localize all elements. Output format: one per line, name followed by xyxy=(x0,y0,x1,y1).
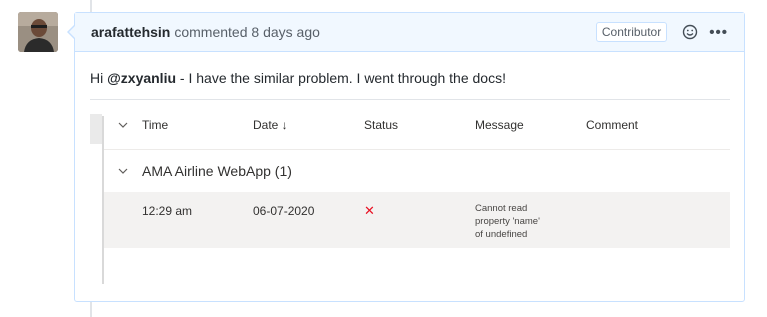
chevron-down-icon[interactable] xyxy=(104,168,142,174)
comment-text: Hi @zxyanliu - I have the similar proble… xyxy=(90,70,729,86)
cell-date: 06-07-2020 xyxy=(253,204,315,218)
table-grip xyxy=(90,114,102,144)
message-line: property 'name' xyxy=(475,216,540,227)
message-line: of undefined xyxy=(475,229,528,240)
comment-text-suffix: - I have the similar problem. I went thr… xyxy=(176,70,506,86)
column-header-date[interactable]: Date ↓ xyxy=(253,118,364,132)
group-row[interactable]: AMA Airline WebApp (1) xyxy=(104,150,730,192)
column-header-message[interactable]: Message xyxy=(475,118,586,132)
message-line: Cannot read xyxy=(475,203,528,214)
embedded-table: Time Date ↓ Status Message Comment AMA A… xyxy=(90,100,730,284)
cell-status: ✕ xyxy=(364,204,475,218)
comment-timestamp[interactable]: commented 8 days ago xyxy=(174,24,320,40)
comment-header: arafattehsin commented 8 days ago Contri… xyxy=(75,13,744,52)
x-icon: ✕ xyxy=(364,203,375,218)
role-badge: Contributor xyxy=(595,22,668,42)
cell-message: Cannot read property 'name' of undefined xyxy=(475,202,586,241)
avatar[interactable] xyxy=(18,12,58,52)
smiley-icon[interactable] xyxy=(681,23,699,41)
group-title: AMA Airline WebApp (1) xyxy=(142,163,292,179)
column-header-time[interactable]: Time xyxy=(142,118,253,132)
comment-body: Hi @zxyanliu - I have the similar proble… xyxy=(75,52,744,284)
column-header-comment[interactable]: Comment xyxy=(586,118,696,132)
table-row[interactable]: 12:29 am 06-07-2020 ✕ Cannot read proper… xyxy=(104,192,730,248)
comment-text-prefix: Hi xyxy=(90,70,108,86)
kebab-icon[interactable]: ••• xyxy=(709,24,728,41)
column-header-status[interactable]: Status xyxy=(364,118,475,132)
table-header: Time Date ↓ Status Message Comment xyxy=(104,100,730,150)
comment-box: arafattehsin commented 8 days ago Contri… xyxy=(67,12,745,302)
user-mention[interactable]: @zxyanliu xyxy=(107,70,176,86)
chevron-down-icon[interactable] xyxy=(104,122,142,128)
cell-time: 12:29 am xyxy=(142,204,193,218)
comment-author[interactable]: arafattehsin xyxy=(91,24,170,40)
results-table: Time Date ↓ Status Message Comment AMA A… xyxy=(104,100,730,248)
